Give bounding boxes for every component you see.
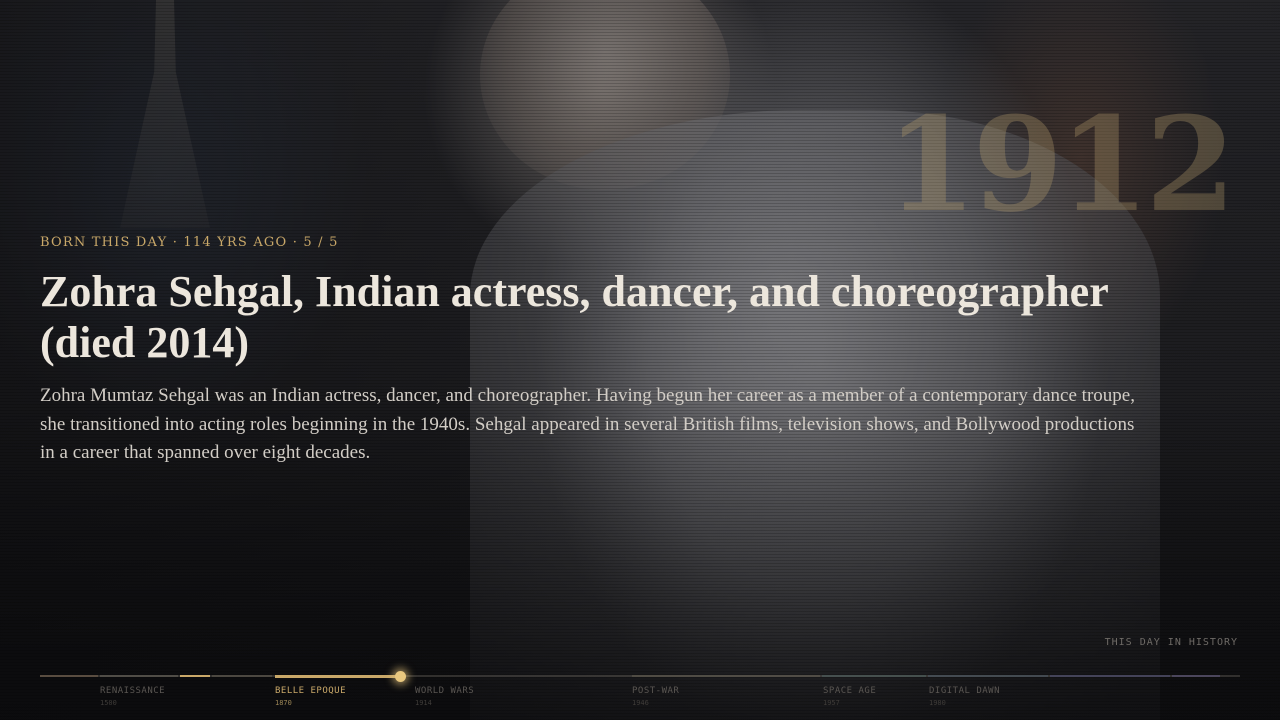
era-year: 1870 <box>275 699 292 707</box>
era-digital-dawn[interactable]: DIGITAL DAWN 1980 <box>929 686 1000 707</box>
event-headline: Zohra Sehgal, Indian actress, dancer, an… <box>40 267 1108 367</box>
timeline-segment <box>1050 675 1170 677</box>
timeline-segment <box>822 675 926 677</box>
timeline-segment <box>212 675 272 677</box>
hero-background: 1912 BORN THIS DAY · 114 YRS AGO · 5 / 5… <box>0 0 1280 720</box>
year-watermark: 1912 <box>886 88 1236 241</box>
era-year: 1980 <box>929 699 946 707</box>
timeline-progress <box>275 675 401 678</box>
era-year: 1957 <box>823 699 840 707</box>
brand-label: THIS DAY IN HISTORY <box>1104 637 1238 648</box>
era-label: RENAISSANCE <box>100 686 166 696</box>
era-year: 1500 <box>100 699 117 707</box>
era-year: 1946 <box>632 699 649 707</box>
timeline-segment <box>180 675 210 677</box>
era-post-war[interactable]: POST-WAR 1946 <box>632 686 679 707</box>
event-eyebrow: BORN THIS DAY · 114 YRS AGO · 5 / 5 <box>40 235 339 250</box>
timeline-segment <box>40 675 98 677</box>
era-timeline[interactable]: RENAISSANCE 1500 BELLE EPOQUE 1870 WORLD… <box>40 670 1240 710</box>
era-world-wars[interactable]: WORLD WARS 1914 <box>415 686 474 707</box>
timeline-knob[interactable] <box>395 671 406 682</box>
timeline-segment <box>928 675 1048 677</box>
era-label: SPACE AGE <box>823 686 877 696</box>
timeline-segment <box>1172 675 1220 677</box>
era-label: DIGITAL DAWN <box>929 686 1001 696</box>
event-summary: Zohra Mumtaz Sehgal was an Indian actres… <box>40 385 1135 463</box>
era-space-age[interactable]: SPACE AGE 1957 <box>823 686 876 707</box>
timeline-segment <box>632 675 820 677</box>
era-label: POST-WAR <box>632 686 680 696</box>
era-belle-epoque[interactable]: BELLE EPOQUE 1870 <box>275 686 346 707</box>
timeline-segment <box>100 675 178 677</box>
era-renaissance[interactable]: RENAISSANCE 1500 <box>100 686 165 707</box>
era-year: 1914 <box>415 699 432 707</box>
era-label: BELLE EPOQUE <box>275 686 347 696</box>
era-label: WORLD WARS <box>415 686 475 696</box>
